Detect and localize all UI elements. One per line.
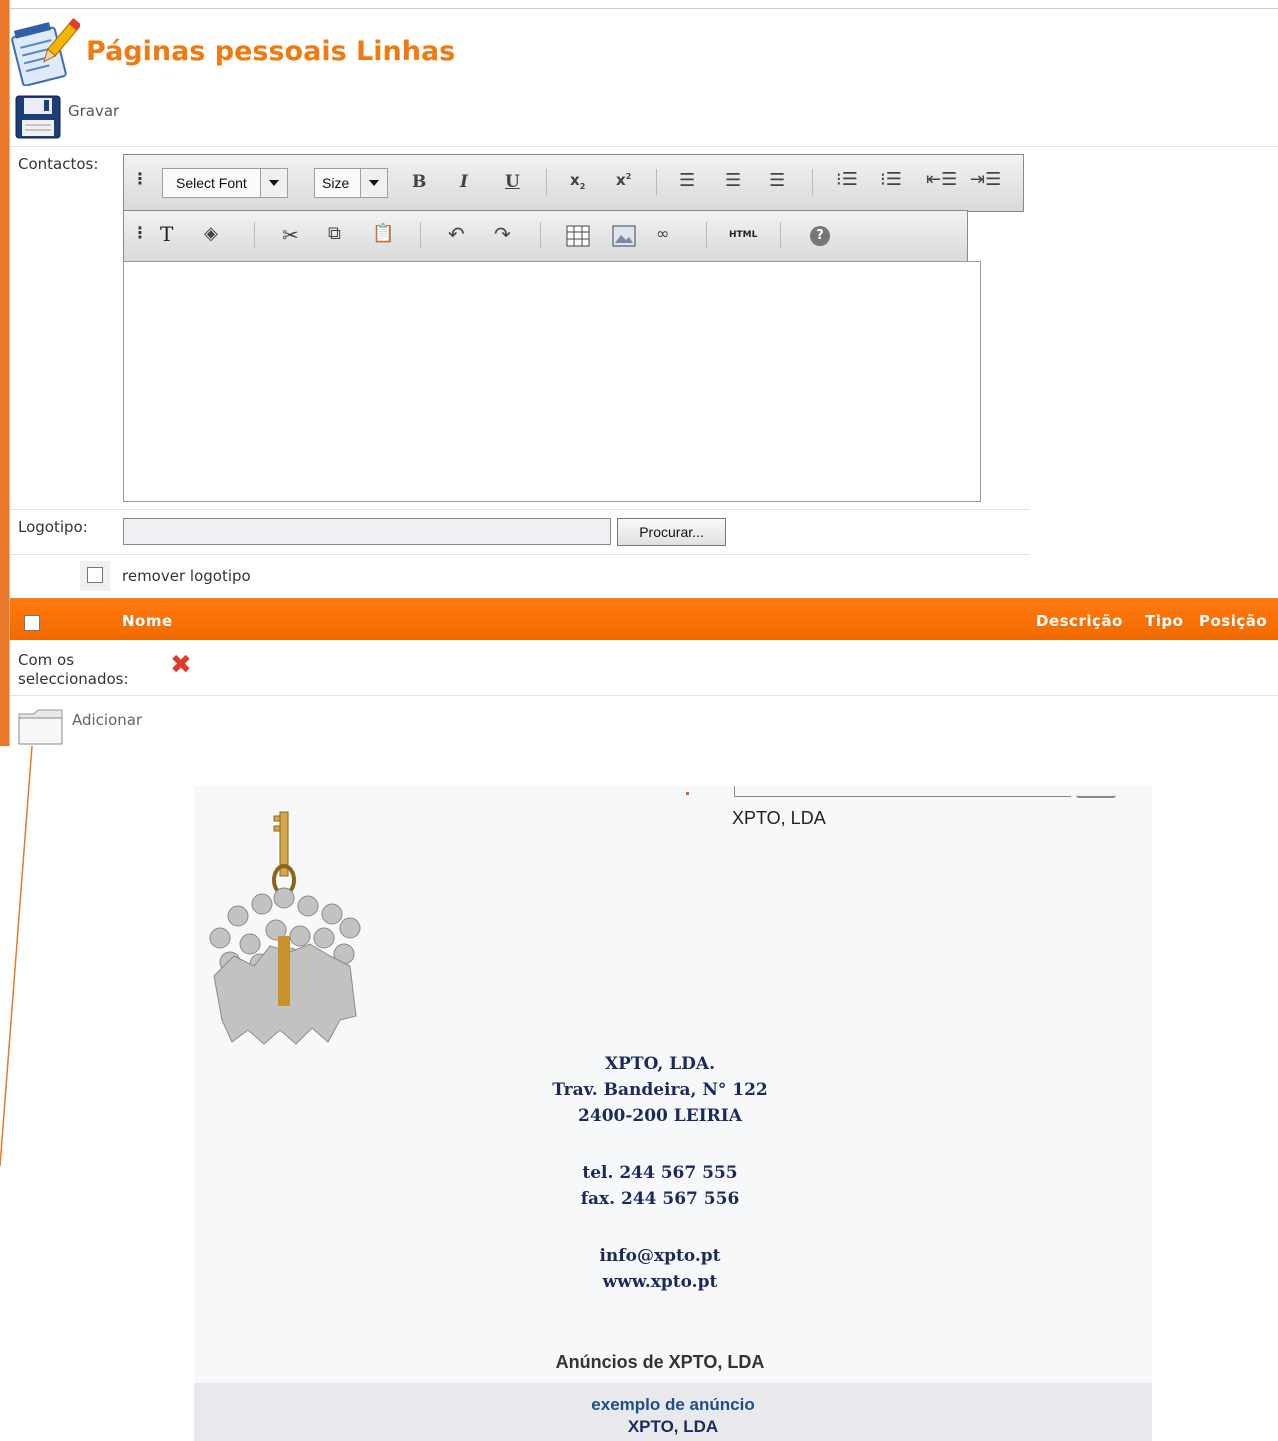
chevron-down-icon[interactable] <box>260 169 287 197</box>
toolbar-separator <box>706 222 707 248</box>
toolbar-separator <box>540 222 541 248</box>
copy-icon[interactable]: ⧉ <box>328 223 341 244</box>
toolbar-separator <box>546 169 547 195</box>
add-folder-icon[interactable] <box>16 700 66 746</box>
image-icon[interactable] <box>612 225 636 247</box>
divider <box>10 695 1278 696</box>
column-header-tipo[interactable]: Tipo <box>1145 612 1183 630</box>
toolbar-separator <box>812 169 813 195</box>
column-header-descricao[interactable]: Descrição <box>1036 612 1123 630</box>
list-header-bar: Nome Descrição Tipo Posição <box>10 598 1278 640</box>
toolbar-separator <box>254 222 255 248</box>
cut-icon[interactable]: ✂ <box>282 223 299 247</box>
address-line-1: XPTO, LDA. <box>604 1054 716 1074</box>
indent-icon[interactable]: ⇥☰ <box>970 169 1001 190</box>
address-line-2: Trav. Bandeira, N° 122 <box>552 1080 768 1100</box>
paste-icon[interactable]: 📋 <box>372 223 394 244</box>
italic-button[interactable]: I <box>460 172 468 192</box>
save-button[interactable]: Gravar <box>68 102 119 120</box>
link-icon[interactable]: ∞ <box>656 224 669 243</box>
orange-side-border <box>0 0 9 746</box>
phone-line: tel. 244 567 555 <box>582 1163 738 1183</box>
page-preview: XPTO, LDA XPTO, LDA. Trav. Bandeira, N° … <box>194 786 1152 1441</box>
ad-title-link[interactable]: exemplo de anúncio <box>473 1395 873 1415</box>
toolbar-separator <box>780 222 781 248</box>
search-input[interactable] <box>734 786 1071 797</box>
divider <box>10 554 1030 555</box>
subscript-icon[interactable]: x2 <box>570 171 585 191</box>
align-left-icon[interactable]: ☰ <box>679 170 695 191</box>
underline-button[interactable]: U <box>505 172 520 192</box>
column-header-posicao[interactable]: Posição <box>1199 612 1267 630</box>
superscript-icon[interactable]: x2 <box>616 171 631 189</box>
align-right-icon[interactable]: ☰ <box>769 170 785 191</box>
divider <box>10 146 1278 147</box>
toolbar-grip[interactable]: ⋮ <box>132 169 148 188</box>
website-link[interactable]: www.xpto.pt <box>460 1272 860 1292</box>
page-title: Páginas pessoais Linhas <box>86 36 456 67</box>
font-select[interactable]: Select Font <box>162 168 288 198</box>
help-icon[interactable]: ? <box>810 226 830 246</box>
toolbar-grip[interactable]: ⋮ <box>132 223 148 242</box>
ads-heading: Anúncios de XPTO, LDA <box>555 1352 765 1372</box>
rich-text-editor-area[interactable] <box>123 261 981 502</box>
chevron-down-icon[interactable] <box>360 169 387 197</box>
redo-icon[interactable]: ↷ <box>494 222 511 246</box>
email-link[interactable]: info@xpto.pt <box>460 1246 860 1266</box>
add-button[interactable]: Adicionar <box>72 711 142 729</box>
column-header-nome[interactable]: Nome <box>122 612 173 630</box>
editor-toolbar-row-1: ⋮ Select Font Size B I U x2 x2 ☰ ☰ ☰ ⁝☰ … <box>123 154 1024 212</box>
remove-logo-label: remover logotipo <box>122 567 251 585</box>
numbered-list-icon[interactable]: ⁝☰ <box>880 169 902 190</box>
people-key-logo <box>209 811 361 1045</box>
selected-actions-label-2: seleccionados: <box>18 670 129 688</box>
contactos-label: Contactos: <box>18 155 99 173</box>
decorative-orange-line <box>0 746 33 1167</box>
divider <box>10 509 1030 510</box>
top-divider <box>10 8 1278 9</box>
ad-list: exemplo de anúncio XPTO, LDA <box>194 1383 1152 1441</box>
cms-editor-panel: Páginas pessoais Linhas Gravar Contactos… <box>0 0 1278 746</box>
bold-button[interactable]: B <box>412 172 426 192</box>
selected-actions-label: Com os <box>18 651 75 669</box>
size-select[interactable]: Size <box>314 168 388 198</box>
logo-file-input[interactable] <box>123 518 611 545</box>
search-button[interactable] <box>1076 786 1116 798</box>
company-name: XPTO, LDA <box>732 808 826 828</box>
size-select-value: Size <box>322 175 350 191</box>
html-mode-button[interactable]: HTML <box>729 230 757 240</box>
editor-toolbar-row-2: ⋮ T ◈ ✂ ⧉ 📋 ↶ ↷ ∞ HTML ? <box>123 210 968 262</box>
toolbar-separator <box>420 222 421 248</box>
highlight-color-icon[interactable]: ◈ <box>204 223 218 244</box>
delete-icon[interactable]: ✖ <box>170 652 192 678</box>
dot-icon <box>686 792 689 795</box>
logotipo-label: Logotipo: <box>18 518 88 536</box>
edit-page-icon <box>11 17 80 86</box>
address-line-3: 2400-200 LEIRIA <box>578 1106 742 1126</box>
browse-button[interactable]: Procurar... <box>617 518 726 546</box>
bullet-list-icon[interactable]: ⁝☰ <box>836 169 858 190</box>
font-select-value: Select Font <box>176 175 247 191</box>
text-color-icon[interactable]: T <box>160 222 173 246</box>
remove-logo-checkbox[interactable] <box>87 567 103 583</box>
ad-company: XPTO, LDA <box>627 1417 719 1436</box>
fax-line: fax. 244 567 556 <box>580 1189 740 1209</box>
select-all-checkbox[interactable] <box>24 615 40 631</box>
table-icon[interactable] <box>566 225 590 247</box>
toolbar-separator <box>656 169 657 195</box>
align-center-icon[interactable]: ☰ <box>725 170 741 191</box>
undo-icon[interactable]: ↶ <box>448 222 465 246</box>
floppy-disk-icon[interactable] <box>14 94 62 140</box>
outdent-icon[interactable]: ⇤☰ <box>926 169 957 190</box>
